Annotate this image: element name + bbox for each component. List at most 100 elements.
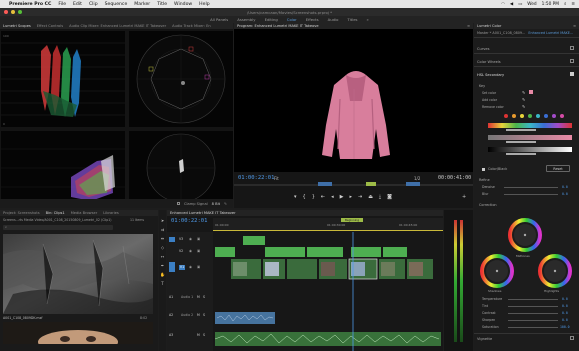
go-to-out-icon[interactable]: ⇥ [358,194,362,200]
type-tool-icon[interactable]: T [161,281,163,286]
bin-search-input[interactable] [3,225,113,230]
saturation-range-handle[interactable] [506,141,536,143]
video-clip[interactable] [265,247,305,257]
tab-media-browser[interactable]: Media Browser [71,211,98,215]
hue-range-handle[interactable] [506,129,536,131]
workspace-all-panels[interactable]: All Panels [210,17,228,22]
lift-icon[interactable]: ⏏ [368,194,373,200]
program-timecode[interactable]: 01:00:22:01 [238,175,274,181]
tab-libraries[interactable]: Libraries [103,211,119,215]
wifi-icon[interactable]: ◠ [501,2,505,7]
timeline-timecode[interactable]: 01:00:22:01 [171,218,207,224]
hand-tool-icon[interactable]: ✋ [160,272,165,277]
sequence-marker[interactable]: Beginning [341,218,363,222]
workspace-assembly[interactable]: Assembly [237,17,255,22]
lock-icon[interactable]: ▣ [197,249,200,253]
app-name-menu[interactable]: Premiere Pro CC [9,2,51,7]
vignette-enable-checkbox[interactable] [570,336,574,340]
bit-depth-select[interactable]: 8 Bit [212,202,220,206]
set-color-swatch[interactable] [529,90,533,94]
program-scrub-bar[interactable] [234,184,473,186]
resolution-select[interactable]: 1/2 [414,176,420,181]
clip-thumbnail-2[interactable] [3,322,153,344]
swatch-red[interactable] [504,114,508,118]
swatch-cyan[interactable] [536,114,540,118]
saturation-value[interactable]: 100.0 [560,325,570,329]
tab-audio-clip-mixer[interactable]: Audio Clip Mixer: Enhanced Lumetri MAKE … [69,24,166,28]
audio-clip[interactable] [215,332,441,346]
menu-list-icon[interactable]: ≡ [571,2,575,7]
blur-slider[interactable] [504,194,558,195]
blur-value[interactable]: 0.0 [562,192,568,196]
v3-source-patch[interactable] [169,237,175,242]
swatch-magenta[interactable] [560,114,564,118]
tab-program-monitor[interactable]: Program: Enhanced Lumetri MAKE IT Takeov… [237,24,319,28]
mark-out-icon[interactable]: } [312,194,315,200]
midtones-color-wheel[interactable] [508,218,542,252]
key-subheader[interactable]: Key [479,84,485,88]
play-icon[interactable]: ▶ [340,194,344,200]
track-label-v3[interactable]: V3 [179,237,183,241]
temperature-value[interactable]: 0.0 [562,297,568,301]
denoise-slider[interactable] [504,187,558,188]
sharpen-slider[interactable] [508,320,558,321]
lock-icon[interactable]: ▣ [197,265,200,269]
solo-button[interactable]: S [203,295,205,299]
sharpen-value[interactable]: 0.0 [562,318,568,322]
search-icon[interactable]: ⌕ [564,2,566,7]
master-clip-label[interactable]: Master * A001_C108_0809... [477,31,525,35]
volume-icon[interactable]: ◀ [510,2,513,7]
workspace-editing[interactable]: Editing [265,17,278,22]
saturation-slider[interactable] [508,327,558,328]
eyedropper-remove-icon[interactable]: ✎ [522,104,525,109]
menu-help[interactable]: Help [199,2,209,7]
clip-name[interactable]: A001_C108_0809DK.mxf [3,316,43,320]
solo-button[interactable]: S [203,333,205,337]
video-clip[interactable] [307,247,343,257]
razor-tool-icon[interactable]: ◇ [161,245,164,250]
mute-button[interactable]: M [197,313,200,317]
workspace-overflow-icon[interactable]: » [367,17,369,22]
wheels-section-header[interactable]: Color Wheels [477,60,501,64]
wrench-icon[interactable]: ✎ [224,202,227,206]
shadows-color-wheel[interactable] [480,254,514,288]
v1-source-patch[interactable] [169,262,175,272]
pen-tool-icon[interactable]: ✒ [161,263,164,268]
go-to-in-icon[interactable]: ⇤ [321,194,325,200]
timeline-ruler[interactable]: 01:00:00 01:00:30:00 01:00:45:00 Beginni… [213,218,443,230]
add-marker-icon[interactable]: ▾ [294,194,297,200]
tab-timeline-sequence[interactable]: Enhanced Lumetri MAKE IT Takeover [170,211,236,215]
workspace-effects[interactable]: Effects [306,17,319,22]
swatch-purple[interactable] [552,114,556,118]
track-label-v2[interactable]: V2 [179,249,183,253]
menu-clip[interactable]: Clip [89,2,98,7]
video-clip[interactable] [383,247,407,257]
vignette-section-header[interactable]: Vignette [477,337,492,341]
audio-clip[interactable] [215,312,275,324]
color-black-select[interactable]: Color/Black [488,167,507,171]
correction-subheader[interactable]: Correction [479,203,497,207]
hsl-enable-checkbox[interactable] [570,72,574,76]
saturation-range-slider[interactable] [488,135,572,140]
tab-audio-track-mixer[interactable]: Audio Track Mixer: En [172,24,211,28]
eye-icon[interactable]: ◉ [189,237,192,241]
contrast-slider[interactable] [508,313,558,314]
refine-subheader[interactable]: Refine [479,178,490,182]
swatch-yellow[interactable] [520,114,524,118]
eyedropper-add-icon[interactable]: ✎ [522,97,525,102]
work-area-bar[interactable] [213,230,443,231]
contrast-value[interactable]: 0.0 [562,311,568,315]
eyedropper-icon[interactable]: ✎ [522,90,525,95]
tab-effect-controls[interactable]: Effect Controls [37,24,63,28]
menu-marker[interactable]: Marker [134,2,150,7]
track-label-a3[interactable]: A3 [169,333,173,337]
panel-menu-icon[interactable]: ≡ [467,24,470,28]
marker-chip[interactable] [406,182,420,186]
track-label-v1[interactable]: V1 [179,265,185,270]
menu-title[interactable]: Title [157,2,167,7]
wheels-enable-checkbox[interactable] [570,59,574,63]
export-frame-icon[interactable]: ◙ [387,194,392,200]
track-select-tool-icon[interactable]: ⇉ [161,227,164,232]
mute-button[interactable]: M [197,295,200,299]
selection-tool-icon[interactable]: ➤ [161,218,164,223]
